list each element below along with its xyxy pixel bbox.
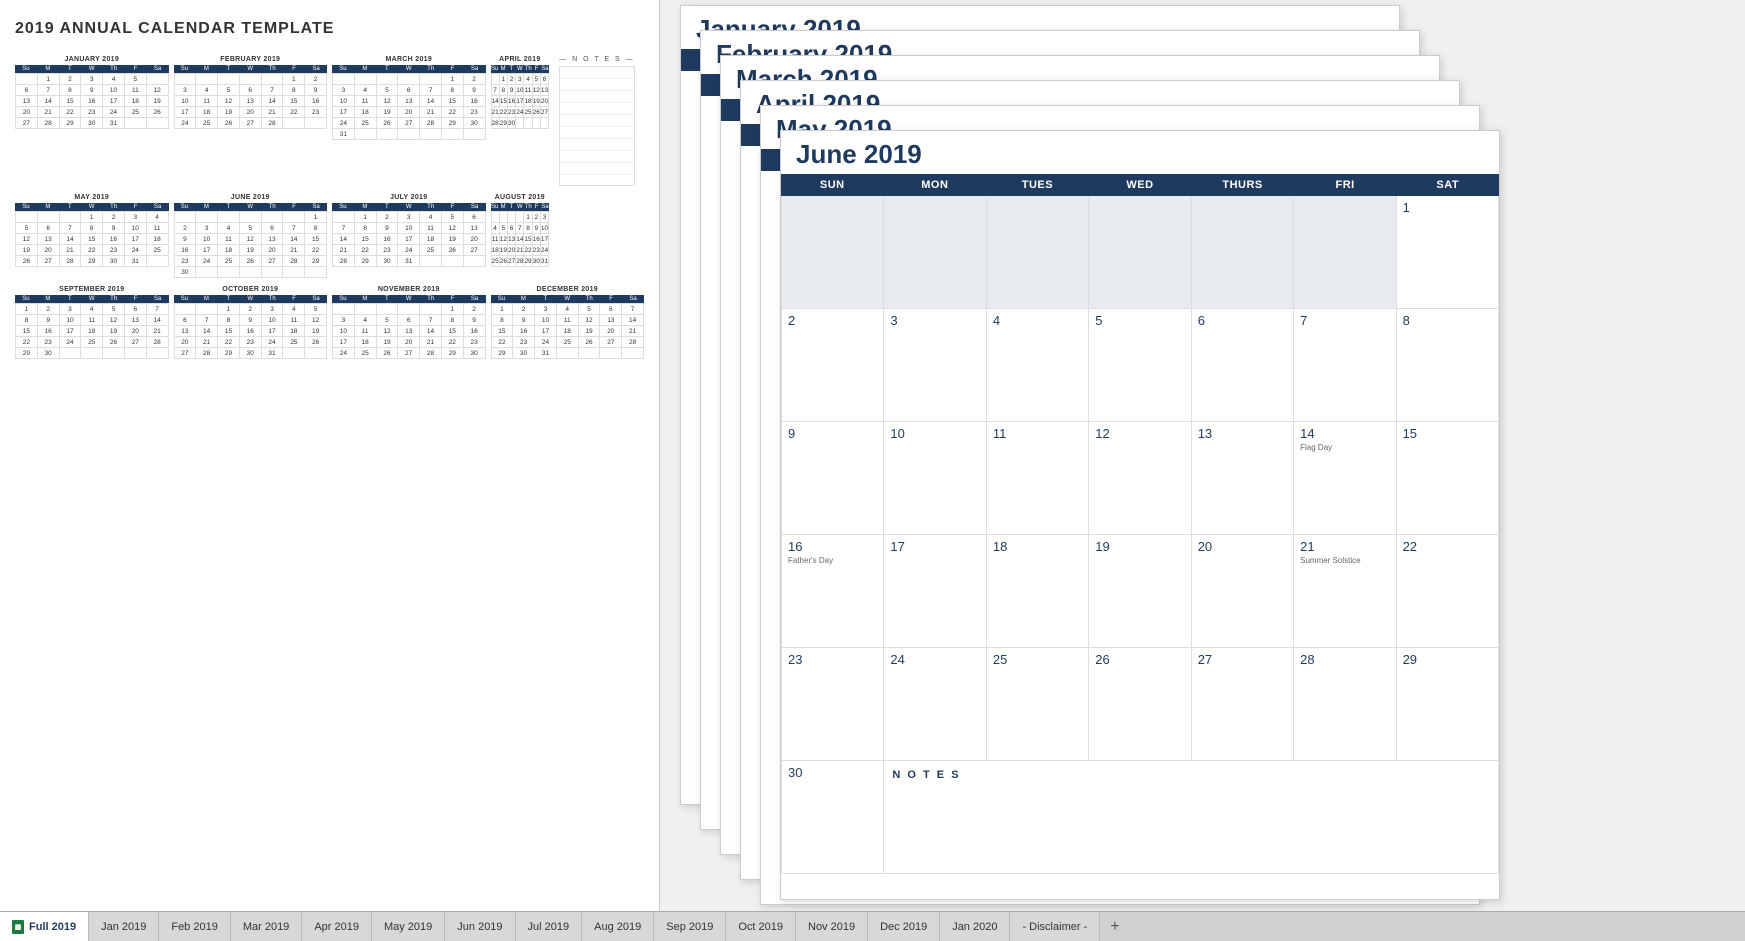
- june-day-5: 5: [1089, 309, 1191, 422]
- june-cal-body: 1 2 3 4 5 6 7 8 9 10 11 12 13 14Flag Day…: [781, 196, 1499, 874]
- june-day-29: 29: [1397, 648, 1499, 761]
- tab-mar-2019[interactable]: Mar 2019: [231, 912, 302, 941]
- june-notes-cell: N O T E S: [884, 761, 1499, 874]
- june-day-25: 25: [987, 648, 1089, 761]
- tab-may-2019[interactable]: May 2019: [372, 912, 445, 941]
- june-day-21: 21Summer Solstice: [1294, 535, 1396, 648]
- tab-nov-2019[interactable]: Nov 2019: [796, 912, 868, 941]
- tab-bar: ▦ Full 2019 Jan 2019 Feb 2019 Mar 2019 A…: [0, 911, 1745, 941]
- left-panel: 2019 ANNUAL CALENDAR TEMPLATE JANUARY 20…: [0, 0, 660, 911]
- tab-sep-2019[interactable]: Sep 2019: [654, 912, 726, 941]
- june-day-8: 8: [1397, 309, 1499, 422]
- notes-section-top: — N O T E S —: [559, 56, 635, 186]
- mini-calendar-jul: JULY 2019 SuMTWThFSa 123456 78910111213 …: [332, 194, 486, 278]
- mini-calendars-grid: JANUARY 2019 SuMTWThFSa 12345 6789101112…: [15, 56, 644, 359]
- june-day-6: 6: [1192, 309, 1294, 422]
- june-day-1: 1: [1397, 196, 1499, 309]
- tab-dec-2019[interactable]: Dec 2019: [868, 912, 940, 941]
- june-day-20: 20: [1192, 535, 1294, 648]
- mini-calendar-dec: DECEMBER 2019 SuMTWThFSa 1234567 8910111…: [491, 286, 645, 359]
- mini-calendar-apr: APRIL 2019 SuMTWThFSa 123456 78910111213…: [491, 56, 550, 186]
- june-day-24: 24: [884, 648, 986, 761]
- mini-calendar-oct: OCTOBER 2019 SuMTWThFSa 12345 6789101112…: [174, 286, 328, 359]
- add-tab-button[interactable]: +: [1100, 912, 1129, 941]
- tab-full-2019[interactable]: ▦ Full 2019: [0, 912, 89, 941]
- june-day-28: 28: [1294, 648, 1396, 761]
- june-day-2: 2: [782, 309, 884, 422]
- june-day-15: 15: [1397, 422, 1499, 535]
- notes-lines-top[interactable]: [559, 66, 635, 186]
- mini-calendar-nov: NOVEMBER 2019 SuMTWThFSa 12 3456789 1011…: [332, 286, 486, 359]
- june-day-7: 7: [1294, 309, 1396, 422]
- june-day-14: 14Flag Day: [1294, 422, 1396, 535]
- june-day-12: 12: [1089, 422, 1191, 535]
- tab-jul-2019[interactable]: Jul 2019: [516, 912, 583, 941]
- june-day-10: 10: [884, 422, 986, 535]
- tab-aug-2019[interactable]: Aug 2019: [582, 912, 654, 941]
- june-day-26: 26: [1089, 648, 1191, 761]
- sheet-icon-full: ▦: [12, 920, 24, 934]
- june-day-23: 23: [782, 648, 884, 761]
- june-day-18: 18: [987, 535, 1089, 648]
- june-day-9: 9: [782, 422, 884, 535]
- page-title: 2019 ANNUAL CALENDAR TEMPLATE: [15, 20, 644, 38]
- tab-disclaimer[interactable]: - Disclaimer -: [1010, 912, 1100, 941]
- june-day-30: 30: [782, 761, 884, 874]
- tab-feb-2019[interactable]: Feb 2019: [159, 912, 230, 941]
- june-day-17: 17: [884, 535, 986, 648]
- april-notes-group: APRIL 2019 SuMTWThFSa 123456 78910111213…: [491, 56, 645, 186]
- tab-jun-2019[interactable]: Jun 2019: [445, 912, 515, 941]
- june-day-3: 3: [884, 309, 986, 422]
- mini-calendar-jun: JUNE 2019 SuMTWThFSa 1 2345678 910111213…: [174, 194, 328, 278]
- mini-calendar-mar: MARCH 2019 SuMTWThFSa 12 3456789 1011121…: [332, 56, 486, 186]
- mini-calendar-feb: FEBRUARY 2019 SuMTWThFSa 12 3456789 1011…: [174, 56, 328, 186]
- calendar-page-jun: June 2019 SUN MON TUES WED THURS FRI SAT…: [780, 130, 1500, 900]
- june-day-22: 22: [1397, 535, 1499, 648]
- right-panel: January 2019 SUNMONTUESWEDTHURSFRISAT Fe…: [660, 0, 1745, 911]
- main-area: 2019 ANNUAL CALENDAR TEMPLATE JANUARY 20…: [0, 0, 1745, 911]
- mini-calendar-may: MAY 2019 SuMTWThFSa 1234 567891011 12131…: [15, 194, 169, 278]
- june-day-11: 11: [987, 422, 1089, 535]
- june-day-16: 16Father's Day: [782, 535, 884, 648]
- tab-jan-2019[interactable]: Jan 2019: [89, 912, 159, 941]
- mini-calendar-sep: SEPTEMBER 2019 SuMTWThFSa 1234567 891011…: [15, 286, 169, 359]
- tab-jan-2020[interactable]: Jan 2020: [940, 912, 1010, 941]
- mini-calendar-aug: AUGUST 2019 SuMTWThFSa 123 45678910 1112…: [491, 194, 550, 278]
- june-day-19: 19: [1089, 535, 1191, 648]
- tab-apr-2019[interactable]: Apr 2019: [302, 912, 372, 941]
- mini-calendar-jan: JANUARY 2019 SuMTWThFSa 12345 6789101112…: [15, 56, 169, 186]
- june-day-27: 27: [1192, 648, 1294, 761]
- tab-oct-2019[interactable]: Oct 2019: [726, 912, 796, 941]
- june-day-13: 13: [1192, 422, 1294, 535]
- aug-notes-group: AUGUST 2019 SuMTWThFSa 123 45678910 1112…: [491, 194, 645, 278]
- june-day-4: 4: [987, 309, 1089, 422]
